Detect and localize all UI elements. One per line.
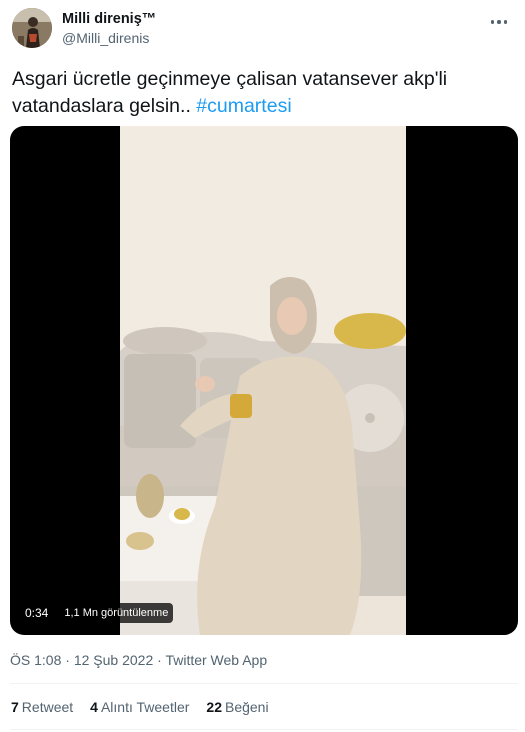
quote-label: Alıntı Tweetler bbox=[100, 699, 190, 715]
video-frame bbox=[120, 126, 406, 635]
quote-count: 4 bbox=[90, 699, 98, 715]
stat-quote-tweets[interactable]: 4 Alıntı Tweetler bbox=[90, 698, 189, 716]
divider-bottom bbox=[10, 729, 518, 730]
video-duration: 0:34 bbox=[20, 602, 54, 623]
tweet-date[interactable]: 12 Şub 2022 bbox=[74, 652, 153, 668]
like-count: 22 bbox=[206, 699, 222, 715]
more-options-icon[interactable] bbox=[486, 12, 512, 32]
video-overlay: 0:34 1,1 Mn görüntülenme bbox=[20, 602, 174, 623]
meta-separator-2: · bbox=[153, 652, 166, 668]
stat-likes[interactable]: 22 Beğeni bbox=[206, 698, 268, 716]
engagement-stats: 7 Retweet 4 Alıntı Tweetler 22 Beğeni bbox=[11, 698, 269, 716]
video-player[interactable]: 0:34 1,1 Mn görüntülenme bbox=[10, 126, 518, 635]
meta-separator: · bbox=[61, 652, 74, 668]
tweet-text: Asgari ücretle geçinmeye çalisan vatanse… bbox=[12, 66, 517, 120]
hashtag-link[interactable]: #cumartesi bbox=[196, 95, 291, 117]
avatar[interactable] bbox=[12, 8, 52, 48]
retweet-count: 7 bbox=[11, 699, 19, 715]
stat-retweets[interactable]: 7 Retweet bbox=[11, 698, 73, 716]
tweet-metadata: ÖS 1:08 · 12 Şub 2022 · Twitter Web App bbox=[10, 651, 267, 669]
author-handle[interactable]: @Milli_direnis bbox=[62, 29, 156, 48]
tweet-source[interactable]: Twitter Web App bbox=[165, 652, 267, 668]
video-view-count: 1,1 Mn görüntülenme bbox=[59, 602, 174, 623]
author-display-name[interactable]: Milli direniş™ bbox=[62, 10, 156, 28]
tweet-header: Milli direniş™ @Milli_direnis bbox=[12, 8, 512, 56]
retweet-label: Retweet bbox=[21, 699, 74, 715]
divider bbox=[10, 683, 518, 684]
profile-avatar-icon bbox=[12, 8, 52, 48]
tweet-time[interactable]: ÖS 1:08 bbox=[10, 652, 61, 668]
like-label: Beğeni bbox=[224, 699, 269, 715]
